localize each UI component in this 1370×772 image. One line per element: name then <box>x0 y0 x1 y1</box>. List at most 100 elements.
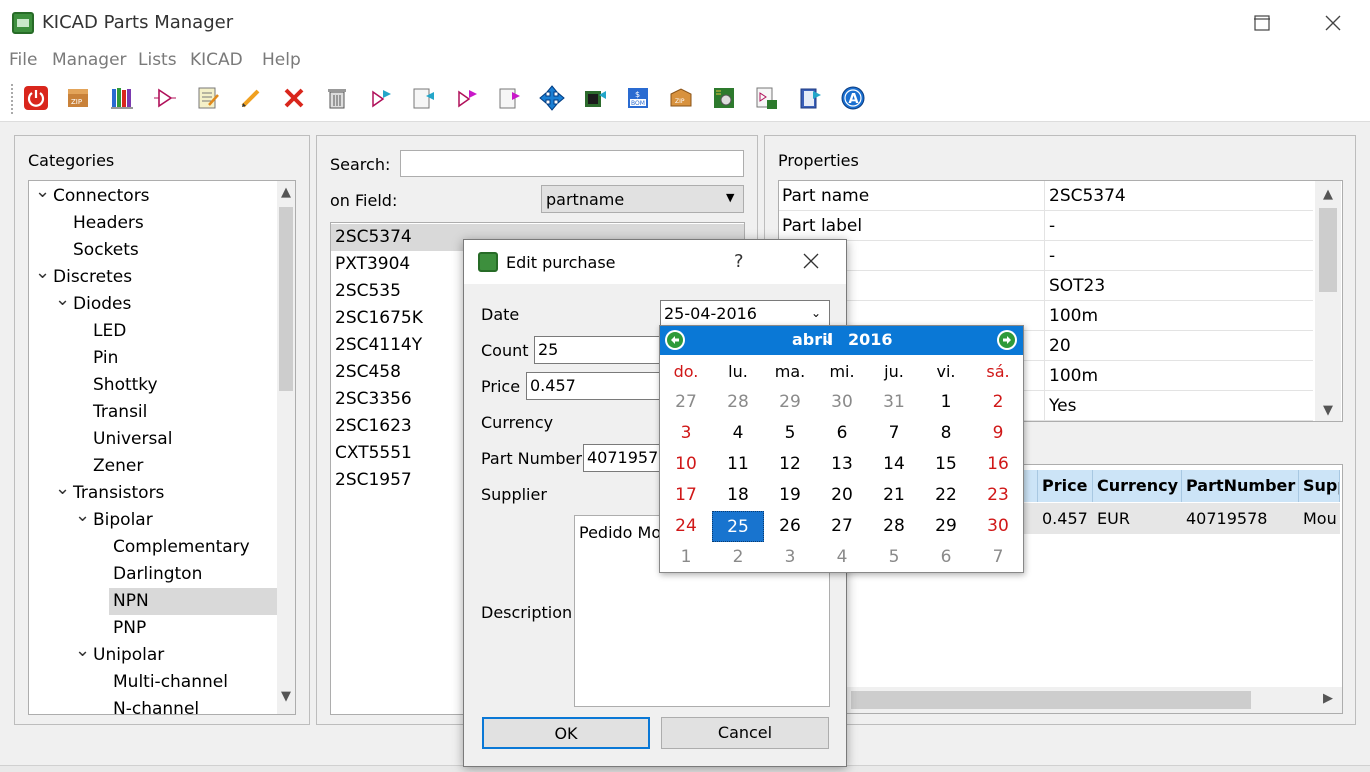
table-row[interactable]: Part name 2SC5374 <box>779 181 1313 211</box>
menu-lists[interactable]: Lists <box>138 50 177 70</box>
chevron-down-icon[interactable]: ⌄ <box>811 301 821 326</box>
toolbar-grip[interactable] <box>11 84 14 114</box>
column-header-currency[interactable]: Currency <box>1093 470 1182 502</box>
calendar-day[interactable]: 17 <box>660 480 712 511</box>
table-cell-currency[interactable]: EUR <box>1093 503 1182 534</box>
tree-item[interactable]: Diodes <box>73 291 131 318</box>
list-item[interactable]: CXT5551 <box>335 440 412 467</box>
cancel-button[interactable]: Cancel <box>661 717 829 749</box>
scroll-down-icon[interactable]: ▼ <box>277 689 295 704</box>
date-input[interactable]: 25-04-2016 ⌄ <box>660 300 830 327</box>
bom-icon[interactable]: BOM $ <box>624 84 652 112</box>
menu-help[interactable]: Help <box>262 50 301 70</box>
calendar-day[interactable]: 31 <box>868 387 920 418</box>
chevron-down-icon[interactable]: ⌄ <box>35 262 50 283</box>
tree-item[interactable]: Unipolar <box>93 642 164 669</box>
list-item[interactable]: 2SC458 <box>335 359 401 386</box>
table-row[interactable]: ment- <box>779 241 1313 271</box>
calendar-day[interactable]: 3 <box>660 418 712 449</box>
partnumber-input[interactable]: 40719578 <box>583 444 663 472</box>
library-icon[interactable] <box>108 84 136 112</box>
chevron-down-icon[interactable]: ⌄ <box>55 478 70 499</box>
list-item[interactable]: 2SC3356 <box>335 386 412 413</box>
calendar-day[interactable]: 6 <box>920 542 972 573</box>
scrollbar-thumb[interactable] <box>279 207 293 391</box>
chevron-down-icon[interactable]: ⌄ <box>75 640 90 661</box>
calendar-day[interactable]: 28 <box>712 387 764 418</box>
calendar-day[interactable]: 26 <box>764 511 816 542</box>
menu-manager[interactable]: Manager <box>52 50 127 70</box>
maximize-button[interactable] <box>1239 8 1285 38</box>
dialog-close-button[interactable] <box>802 252 820 275</box>
calendar-day[interactable]: 24 <box>660 511 712 542</box>
tree-item[interactable]: Universal <box>93 426 172 453</box>
about-icon[interactable]: A <box>839 84 867 112</box>
calendar-day[interactable]: 8 <box>920 418 972 449</box>
calendar-day[interactable]: 7 <box>868 418 920 449</box>
calendar-day[interactable]: 4 <box>816 542 868 573</box>
calendar-day[interactable]: 30 <box>816 387 868 418</box>
calendar-day[interactable]: 4 <box>712 418 764 449</box>
doc-import-icon[interactable] <box>409 84 437 112</box>
calendar-day[interactable]: 2 <box>972 387 1024 418</box>
calendar-day[interactable]: 28 <box>868 511 920 542</box>
scroll-right-icon[interactable]: ▶ <box>1319 691 1337 706</box>
trash-icon[interactable] <box>323 84 351 112</box>
categories-tree[interactable]: ⌄ Connectors Headers Sockets ⌄ Discretes ⌄ Diod… <box>28 180 296 715</box>
list-item[interactable]: 2SC1675K <box>335 305 423 332</box>
scroll-up-icon[interactable]: ▲ <box>277 185 295 200</box>
calendar-day[interactable]: 1 <box>660 542 712 573</box>
column-header-partnumber[interactable]: PartNumber <box>1182 470 1299 502</box>
purchases-hscrollbar[interactable]: ▶ <box>779 687 1342 713</box>
ok-button[interactable]: OK <box>482 717 650 749</box>
notepad-icon[interactable] <box>194 84 222 112</box>
tree-item[interactable]: Connectors <box>53 183 150 210</box>
calendar-day[interactable]: 18 <box>712 480 764 511</box>
categories-scrollbar[interactable]: ▲ ▼ <box>277 181 295 714</box>
tree-item[interactable]: Headers <box>73 210 144 237</box>
next-month-button[interactable] <box>997 330 1017 350</box>
list-item[interactable]: 2SC1623 <box>335 413 412 440</box>
tree-item[interactable]: N-channel <box>113 696 199 714</box>
calendar-day[interactable]: 23 <box>972 480 1024 511</box>
tree-item[interactable]: Darlington <box>113 561 202 588</box>
tree-item[interactable]: Zener <box>93 453 143 480</box>
table-row[interactable]: ntSOT23 <box>779 271 1313 301</box>
calendar-day[interactable]: 20 <box>816 480 868 511</box>
tree-item[interactable]: Multi-channel <box>113 669 228 696</box>
scroll-up-icon[interactable]: ▲ <box>1319 187 1337 202</box>
column-header-price[interactable]: Price <box>1038 470 1093 502</box>
scrollbar-thumb[interactable] <box>851 691 1251 709</box>
component-export-icon[interactable] <box>366 84 394 112</box>
pcb-settings-icon[interactable] <box>710 84 738 112</box>
tree-item[interactable]: Discretes <box>53 264 132 291</box>
tree-item[interactable]: Bipolar <box>93 507 153 534</box>
move-icon[interactable] <box>538 84 566 112</box>
calendar-day[interactable]: 10 <box>660 449 712 480</box>
doc-export-icon[interactable] <box>495 84 523 112</box>
properties-scrollbar[interactable]: ▲ ▼ <box>1315 181 1341 421</box>
calendar-day[interactable]: 21 <box>868 480 920 511</box>
tree-item[interactable]: NPN <box>109 588 277 615</box>
table-row[interactable]: Part label - <box>779 211 1313 241</box>
tree-item[interactable]: Transistors <box>73 480 164 507</box>
table-cell-partnumber[interactable]: 40719578 <box>1182 503 1299 534</box>
tree-item[interactable]: Sockets <box>73 237 139 264</box>
delete-icon[interactable] <box>280 84 308 112</box>
calendar-day[interactable]: 6 <box>816 418 868 449</box>
search-input[interactable] <box>400 150 744 177</box>
tree-item[interactable]: Pin <box>93 345 118 372</box>
component-import-icon[interactable] <box>452 84 480 112</box>
calendar-day[interactable]: 27 <box>660 387 712 418</box>
scrollbar-thumb[interactable] <box>1319 208 1337 292</box>
calendar-day[interactable]: 29 <box>920 511 972 542</box>
table-cell-supplier[interactable]: Mou <box>1299 503 1340 534</box>
list-item[interactable]: 2SC1957 <box>335 467 412 494</box>
field-select[interactable]: partname ▼ <box>541 185 744 213</box>
calendar-day[interactable]: 2 <box>712 542 764 573</box>
schematic-icon[interactable] <box>753 84 781 112</box>
chevron-down-icon[interactable]: ⌄ <box>75 505 90 526</box>
close-window-button[interactable] <box>1310 8 1356 38</box>
menu-kicad[interactable]: KICAD <box>190 50 243 70</box>
table-cell-price[interactable]: 0.457 <box>1038 503 1093 534</box>
